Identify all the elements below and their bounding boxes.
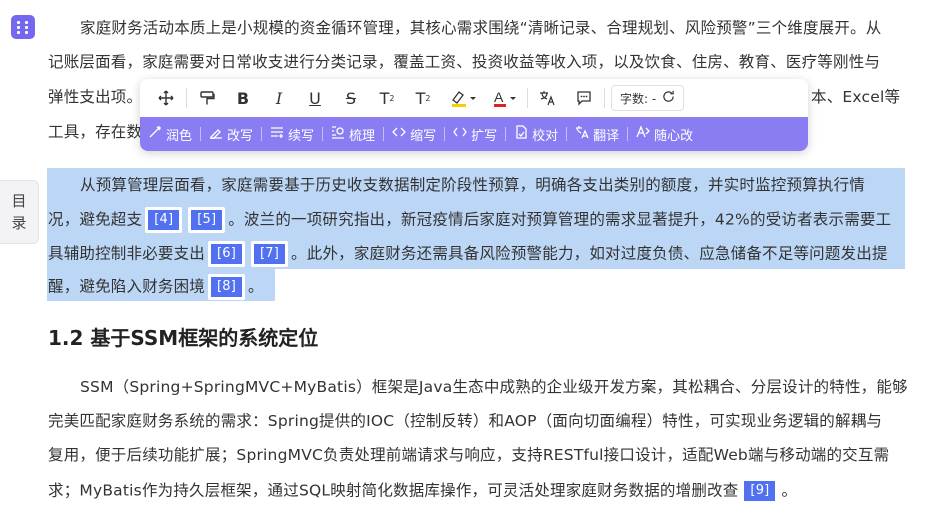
- para1-line1: 家庭财务活动本质上是小规模的资金循环管理，其核心需求围绕“清晰记录、合理规划、风…: [80, 19, 882, 37]
- citation-link[interactable]: [4]: [145, 207, 183, 233]
- grid-dot-icon: [25, 21, 28, 24]
- para3-line3: 复用，便于后续功能扩展；SpringMVC负责处理前端请求与响应，支持RESTf…: [48, 446, 890, 464]
- para2-line3: 具辅助控制非必要支出 [6] [7] 。此外，家庭财务还需具备风险预警能力，如对过度负…: [48, 241, 888, 267]
- citation-link[interactable]: [5]: [188, 207, 226, 233]
- toc-label: 录: [11, 214, 27, 232]
- para3-line1: SSM（Spring+SpringMVC+MyBatis）框架是Java生态中成…: [80, 378, 908, 396]
- para2-text: 醒，避免陷入财务困境: [48, 277, 206, 296]
- underline-icon[interactable]: U: [297, 79, 333, 117]
- para2-text: 。波兰的一项研究指出，新冠疫情后家庭对预算管理的需求显著提升，42%的受访者表示…: [228, 210, 892, 229]
- polish-icon: [148, 125, 162, 143]
- para1-line4a: 工具，存在数: [48, 123, 143, 141]
- toolbar-divider: [527, 88, 528, 108]
- para2-line4: 醒，避免陷入财务困境 [8]。: [48, 274, 264, 300]
- format-toolbar-row: B I U S T2 T2 A 字数: -: [140, 79, 808, 117]
- translate-icon[interactable]: [530, 79, 566, 117]
- bold-icon[interactable]: B: [225, 79, 261, 117]
- outline-icon: [331, 125, 345, 143]
- word-count-label: 字数: -: [620, 91, 657, 106]
- para2-text: 。此外，家庭财务还需具备风险预警能力，如对过度负债、应急储备不足等问题发出提: [291, 244, 888, 263]
- ai-action-label: 润色: [166, 128, 193, 144]
- para2-text: 具辅助控制非必要支出: [48, 244, 206, 263]
- grid-dot-icon: [17, 21, 20, 24]
- translate-button[interactable]: 翻译: [567, 117, 627, 151]
- grid-dot-icon: [25, 31, 28, 34]
- svg-text:A: A: [494, 89, 504, 105]
- shorten-icon: [392, 125, 406, 143]
- section-heading: 1.2 基于SSM框架的系统定位: [48, 326, 319, 350]
- shorten-button[interactable]: 缩写: [384, 117, 444, 151]
- toolbar-divider: [604, 88, 605, 108]
- grid-dot-icon: [17, 31, 20, 34]
- continue-write-icon: [270, 125, 284, 143]
- expand-icon: [453, 125, 467, 143]
- para2-line2: 况，避免超支 [4] [5] 。波兰的一项研究指出，新冠疫情后家庭对预算管理的需求显著…: [48, 207, 891, 233]
- polish-button[interactable]: 润色: [140, 117, 200, 151]
- subscript-icon[interactable]: T2: [405, 79, 441, 117]
- ai-action-label: 续写: [288, 128, 315, 144]
- citation-link[interactable]: [9]: [741, 478, 779, 504]
- para2-text: 。: [248, 277, 264, 296]
- ai-action-label: 校对: [532, 128, 559, 144]
- grid-dot-icon: [25, 26, 28, 29]
- free-edit-button[interactable]: 随心改: [628, 117, 701, 151]
- para2-line1: 从预算管理层面看，家庭需要基于历史收支数据制定阶段性预算，明确各支出类别的额度，…: [80, 176, 866, 194]
- ai-action-label: 随心改: [654, 128, 694, 144]
- para3-line4: 求；MyBatis作为持久层框架，通过SQL映射简化数据库操作，可灵活处理家庭财…: [48, 478, 797, 504]
- para1-line3b: 本、Excel等: [811, 88, 901, 106]
- ai-action-label: 改写: [227, 128, 254, 144]
- para2-text: 况，避免超支: [48, 210, 143, 229]
- expand-button[interactable]: 扩写: [445, 117, 505, 151]
- ai-toolbar-row: 润色 改写 续写 梳理 缩写 扩写 校对 翻译 随心改: [140, 117, 808, 151]
- move-icon[interactable]: [148, 79, 184, 117]
- citation-link[interactable]: [7]: [251, 241, 289, 267]
- citation-link[interactable]: [8]: [208, 274, 246, 300]
- toolbar-divider: [186, 88, 187, 108]
- highlight-color-icon[interactable]: [441, 79, 485, 117]
- proofread-button[interactable]: 校对: [506, 117, 566, 151]
- format-brush-icon[interactable]: [189, 79, 225, 117]
- rewrite-button[interactable]: 改写: [201, 117, 261, 151]
- citation-link[interactable]: [6]: [208, 241, 246, 267]
- continue-write-button[interactable]: 续写: [262, 117, 322, 151]
- floating-toolbar: B I U S T2 T2 A 字数: - 润色 改写 续写 梳理 缩写 扩写 校对 翻译 随心…: [140, 79, 808, 151]
- superscript-icon[interactable]: T2: [369, 79, 405, 117]
- toc-label: 目: [11, 192, 27, 210]
- comment-icon[interactable]: [566, 79, 602, 117]
- strikethrough-icon[interactable]: S: [333, 79, 369, 117]
- grid-dot-icon: [17, 26, 20, 29]
- font-color-icon[interactable]: A: [485, 79, 525, 117]
- menu-grid-button[interactable]: [11, 15, 35, 39]
- ai-action-label: 翻译: [593, 128, 620, 144]
- ai-action-label: 缩写: [410, 128, 437, 144]
- outline-button[interactable]: 梳理: [323, 117, 383, 151]
- free-edit-icon: [636, 125, 651, 143]
- para3-text: 求；MyBatis作为持久层框架，通过SQL映射简化数据库操作，可灵活处理家庭财…: [48, 481, 739, 500]
- italic-icon[interactable]: I: [261, 79, 297, 117]
- para1-line3a: 弹性支出项。: [48, 88, 143, 106]
- word-count: 字数: -: [611, 85, 685, 111]
- toc-tab[interactable]: 目 录: [0, 180, 39, 244]
- para1-line2: 记账层面看，家庭需要对日常收支进行分类记录，覆盖工资、投资收益等收入项，以及饮食…: [48, 53, 881, 71]
- rewrite-icon: [209, 125, 223, 143]
- refresh-icon[interactable]: [662, 90, 675, 106]
- proofread-icon: [514, 125, 528, 143]
- ai-action-label: 梳理: [349, 128, 376, 144]
- ai-action-label: 扩写: [471, 128, 498, 144]
- translate-icon: [575, 125, 589, 143]
- para3-line2: 完美匹配家庭财务系统的需求：Spring提供的IOC（控制反转）和AOP（面向切…: [48, 412, 883, 430]
- para3-text: 。: [781, 481, 798, 500]
